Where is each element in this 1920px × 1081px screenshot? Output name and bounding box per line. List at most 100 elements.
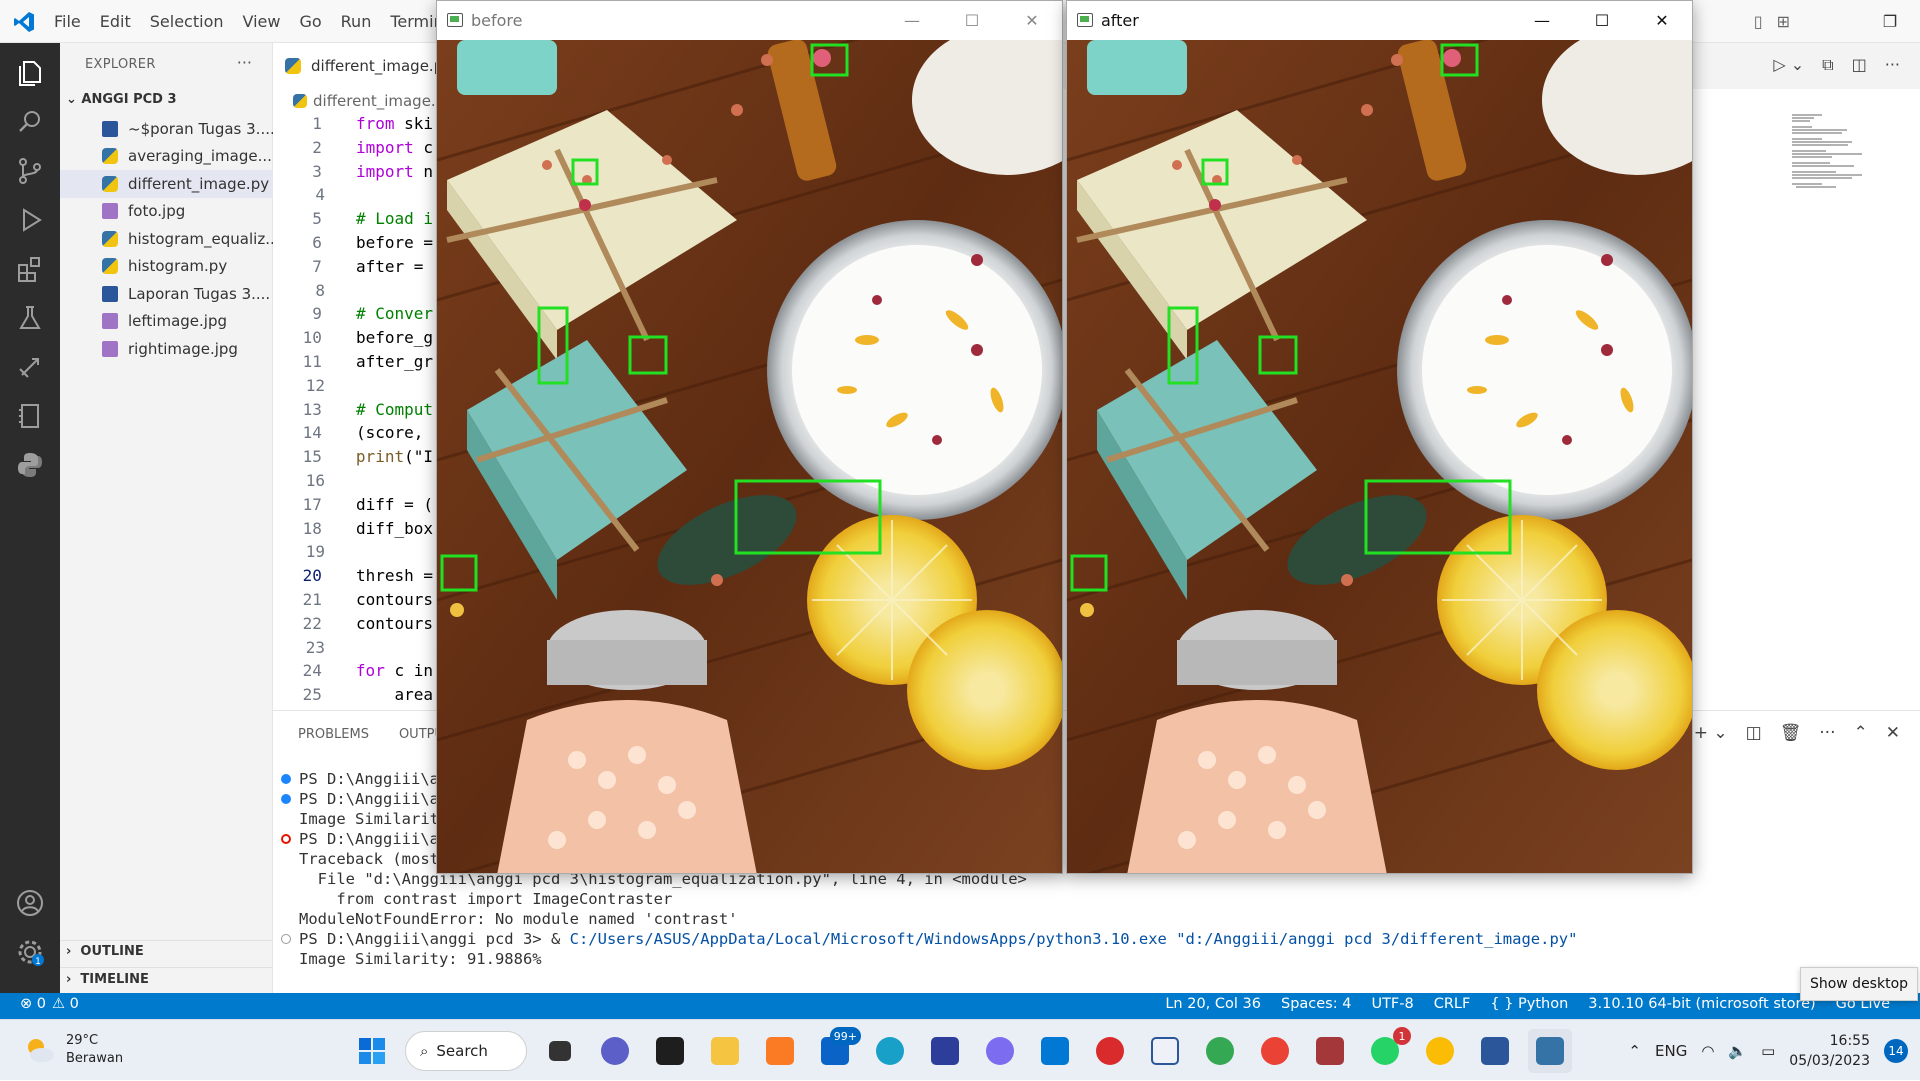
tab-problems[interactable]: PROBLEMS — [298, 727, 369, 742]
new-terminal-icon[interactable]: + ⌄ — [1694, 723, 1728, 743]
code-line[interactable]: 6 before = — [273, 233, 433, 257]
indentation[interactable]: Spaces: 4 — [1281, 996, 1351, 1012]
command-marker[interactable] — [281, 794, 291, 804]
python-app-icon[interactable] — [1528, 1029, 1572, 1073]
vscode-taskbar-icon[interactable] — [1033, 1029, 1077, 1073]
split-terminal-icon[interactable]: ◫ — [1746, 723, 1762, 743]
cursor-position[interactable]: Ln 20, Col 36 — [1165, 996, 1261, 1012]
explorer-icon[interactable] — [14, 57, 46, 89]
warnings-indicator[interactable]: ⚠ 0 — [52, 996, 79, 1012]
command-marker[interactable] — [281, 774, 291, 784]
code-line[interactable]: 15 print("I — [273, 447, 433, 471]
code-line[interactable]: 17 diff = ( — [273, 495, 433, 519]
timeline-section[interactable]: › TIMELINE — [66, 972, 149, 987]
start-button[interactable] — [350, 1029, 394, 1073]
folder-title[interactable]: ⌄ ANGGI PCD 3 — [66, 92, 177, 107]
file-explorer-icon[interactable] — [703, 1029, 747, 1073]
maximize-panel-icon[interactable]: ⌃ — [1854, 723, 1868, 743]
wifi-icon[interactable]: ◠ — [1701, 1042, 1714, 1060]
maximize-button[interactable]: ☐ — [1572, 1, 1632, 40]
menu-file[interactable]: File — [54, 12, 81, 31]
split-editor-icon[interactable]: ◫ — [1852, 55, 1867, 75]
teams-chat-icon[interactable] — [593, 1029, 637, 1073]
after-image-window[interactable]: after — ☐ ✕ — [1066, 0, 1693, 874]
search-icon[interactable] — [14, 106, 46, 138]
extensions-icon[interactable] — [14, 253, 46, 285]
code-line[interactable]: 19 — [273, 542, 433, 566]
command-marker[interactable] — [281, 934, 291, 944]
menu-edit[interactable]: Edit — [100, 12, 131, 31]
edge-browser-icon[interactable] — [868, 1029, 912, 1073]
mathpix-icon[interactable] — [923, 1029, 967, 1073]
file-item[interactable]: foto.jpg — [60, 198, 273, 226]
chrome-profile-icon[interactable] — [1198, 1029, 1242, 1073]
code-line[interactable]: 24 for c in — [273, 661, 433, 685]
notifications-badge[interactable]: 14 — [1884, 1038, 1908, 1063]
terminal-link[interactable]: C:/Users/ASUS/AppData/Local/Microsoft/Wi… — [570, 930, 1167, 948]
code-line[interactable]: 5 # Load i — [273, 209, 433, 233]
copilot-icon[interactable] — [978, 1029, 1022, 1073]
code-line[interactable]: 22 contours — [273, 614, 433, 638]
access-icon[interactable] — [1308, 1029, 1352, 1073]
chrome-alt-icon[interactable] — [1418, 1029, 1462, 1073]
file-item[interactable]: averaging_image.... — [60, 143, 273, 171]
code-line[interactable]: 23 — [273, 638, 433, 662]
close-panel-icon[interactable]: ✕ — [1886, 723, 1900, 743]
file-item[interactable]: rightimage.jpg — [60, 335, 273, 363]
before-image-window[interactable]: before — ☐ ✕ — [436, 0, 1063, 874]
close-button[interactable]: ✕ — [1632, 1, 1692, 40]
code-line[interactable]: 16 — [273, 471, 433, 495]
code-line[interactable]: 21 contours — [273, 590, 433, 614]
code-line[interactable]: 11 after_gr — [273, 352, 433, 376]
code-line[interactable]: 1 from ski — [273, 114, 433, 138]
window-titlebar[interactable]: after — ☐ ✕ — [1067, 1, 1692, 40]
encoding[interactable]: UTF-8 — [1371, 996, 1413, 1012]
more-actions-icon[interactable]: ··· — [1819, 723, 1835, 743]
python-interpreter[interactable]: 3.10.10 64-bit (microsoft store) — [1588, 996, 1815, 1012]
chrome-icon[interactable] — [1253, 1029, 1297, 1073]
terminal-app-icon[interactable] — [648, 1029, 692, 1073]
taskbar-search[interactable]: ⌕ Search — [405, 1031, 527, 1071]
minimize-button[interactable]: — — [1512, 1, 1572, 40]
run-debug-icon[interactable] — [14, 204, 46, 236]
code-line[interactable]: 25 area — [273, 685, 433, 709]
minimize-button[interactable]: — — [882, 1, 942, 40]
editor-tab[interactable]: different_image.p — [273, 43, 443, 89]
kill-terminal-icon[interactable]: 🗑 — [1780, 723, 1802, 743]
maximize-button[interactable]: ☐ — [942, 1, 1002, 40]
weather-widget[interactable]: 29°C Berawan — [22, 1032, 123, 1068]
code-line[interactable]: 7 after = — [273, 257, 433, 281]
code-line[interactable]: 2 import c — [273, 138, 433, 162]
task-view-icon[interactable] — [538, 1029, 582, 1073]
code-line[interactable]: 4 — [273, 185, 433, 209]
volume-icon[interactable]: 🔈 — [1728, 1042, 1747, 1060]
command-error-marker[interactable] — [281, 834, 291, 844]
mail-icon[interactable]: 99+ — [813, 1027, 861, 1073]
python-icon[interactable] — [14, 449, 46, 481]
line-ending[interactable]: CRLF — [1434, 996, 1471, 1012]
code-line[interactable]: 8 — [273, 281, 433, 305]
red-app-icon[interactable] — [1088, 1029, 1132, 1073]
errors-indicator[interactable]: ⊗ 0 — [20, 996, 46, 1012]
battery-icon[interactable]: ▭ — [1761, 1042, 1775, 1060]
code-line[interactable]: 18 diff_box — [273, 519, 433, 543]
code-line[interactable]: 9 # Conver — [273, 304, 433, 328]
source-control-icon[interactable] — [14, 155, 46, 187]
toggle-sidebar-icon[interactable]: ▯ — [1754, 12, 1763, 31]
minimap[interactable] — [1790, 113, 1890, 193]
notebook-icon[interactable] — [14, 400, 46, 432]
open-preview-icon[interactable]: ⧉ — [1822, 55, 1833, 75]
word-icon[interactable] — [1473, 1029, 1517, 1073]
language-mode[interactable]: { } Python — [1490, 996, 1568, 1012]
code-lines[interactable]: 1 from ski 2 import c 3 import n 4 5 # Load i 6 be… — [273, 114, 433, 709]
whatsapp-icon[interactable]: 1 — [1363, 1027, 1411, 1073]
show-hidden-icons-icon[interactable]: ⌃ — [1628, 1042, 1641, 1060]
code-line[interactable]: 12 — [273, 376, 433, 400]
file-item[interactable]: ~$poran Tugas 3.... — [60, 115, 273, 143]
close-button[interactable]: ✕ — [1002, 1, 1062, 40]
outline-section[interactable]: › OUTLINE — [66, 944, 144, 959]
code-line[interactable]: 10 before_g — [273, 328, 433, 352]
code-line[interactable]: 3 import n — [273, 162, 433, 186]
breadcrumb[interactable]: different_image. — [293, 92, 436, 110]
settings-gear-icon[interactable]: 1 — [14, 936, 46, 968]
